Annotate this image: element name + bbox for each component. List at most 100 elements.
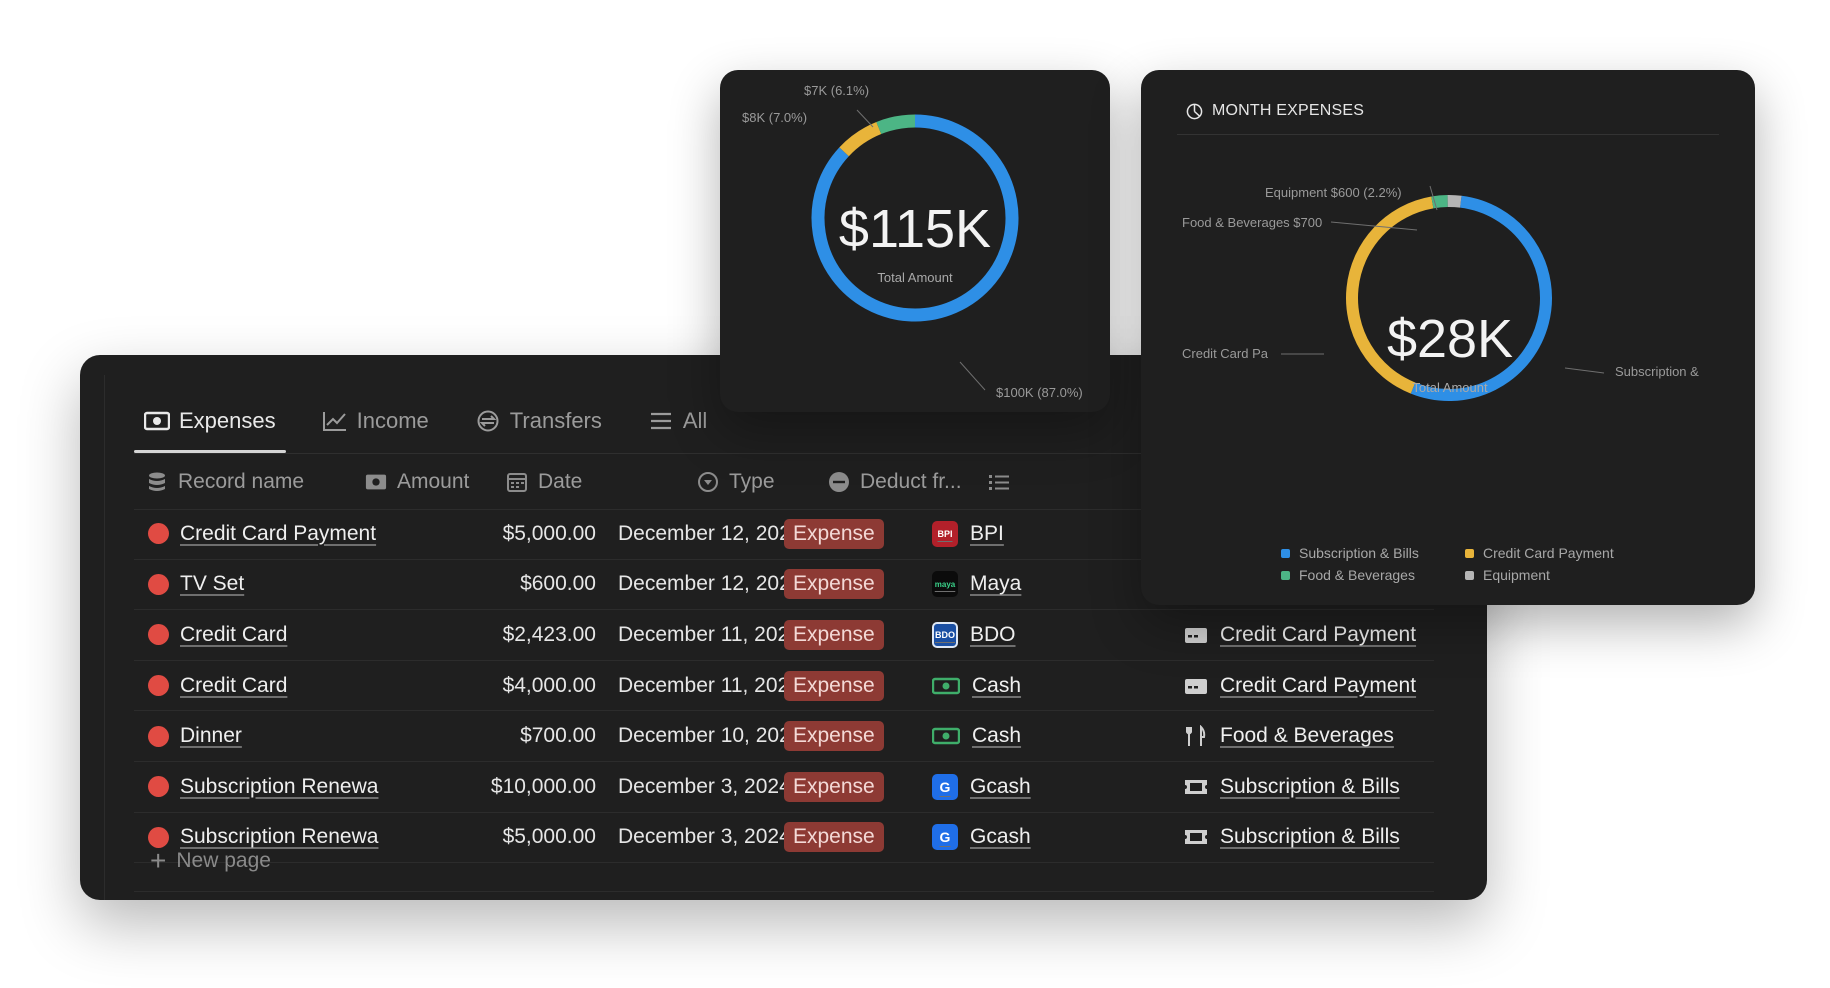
category-label: Credit Card Payment: [1220, 673, 1417, 697]
table-row[interactable]: Credit Card $2,423.00 December 11, 2024 …: [134, 610, 1487, 660]
cash-icon: [365, 474, 387, 490]
tab-income[interactable]: Income: [312, 391, 439, 451]
date: December 11, 2024: [618, 622, 801, 646]
column-type[interactable]: Type: [697, 455, 775, 509]
record-name[interactable]: Subscription Renewa: [180, 762, 390, 812]
type-cell: Expense: [784, 610, 884, 660]
amount: $4,000.00: [502, 673, 596, 697]
new-page-button[interactable]: + New page: [150, 847, 271, 875]
category-label: Subscription & Bills: [1220, 825, 1400, 849]
red-dot-icon: [148, 675, 169, 697]
column-record-name[interactable]: Record name: [146, 455, 304, 509]
red-dot-icon: [148, 573, 169, 595]
type-badge: Expense: [784, 771, 884, 802]
table-row[interactable]: Subscription Renewa $10,000.00 December …: [134, 762, 1487, 812]
type-badge: Expense: [784, 822, 884, 853]
legend-item: Food & Beverages: [1281, 567, 1415, 583]
month-center-label: Total Amount: [1412, 380, 1488, 395]
deduct-from[interactable]: BDO BDO: [932, 610, 1016, 660]
deduct-label: Maya: [970, 572, 1022, 596]
record-name[interactable]: Credit Card Payment: [180, 509, 390, 559]
category[interactable]: Credit Card Payment: [1184, 661, 1416, 711]
donut-slice-yellow[interactable]: [839, 121, 882, 157]
category[interactable]: Credit Card Payment: [1184, 610, 1416, 660]
legend-swatch: [1465, 548, 1474, 558]
utensils-icon: [1186, 725, 1206, 747]
category[interactable]: Subscription & Bills: [1184, 762, 1400, 812]
deduct-from[interactable]: G Gcash: [932, 762, 1031, 812]
legend-swatch: [1281, 548, 1290, 558]
tab-expenses-label: Expenses: [179, 408, 276, 433]
category[interactable]: Food & Beverages: [1184, 711, 1394, 761]
transfer-icon: [477, 410, 499, 432]
deduct-from[interactable]: G Gcash: [932, 813, 1031, 863]
deduct-from[interactable]: Cash: [932, 661, 1021, 711]
leader-line: [959, 361, 986, 391]
deduct-from[interactable]: maya Maya: [932, 560, 1021, 610]
type-cell: Expense: [784, 813, 884, 863]
status-dot-cell: [148, 711, 170, 761]
type-badge: Expense: [784, 569, 884, 600]
slice-label-blue: $100K (87.0%): [996, 385, 1083, 400]
column-date-label: Date: [538, 470, 583, 493]
deduct-label: Gcash: [970, 825, 1031, 849]
view-tabs: Expenses Income Transfers All: [134, 391, 717, 453]
bpi-logo-icon: BPI: [932, 520, 958, 547]
calendar-icon: [507, 473, 527, 492]
slice-label-green: $7K (6.1%): [804, 83, 870, 98]
donut-slice-equipment[interactable]: [1447, 195, 1462, 208]
slice-label-yellow: $8K (7.0%): [742, 110, 808, 125]
record-name[interactable]: TV Set: [180, 560, 390, 610]
side-divider: [104, 375, 105, 900]
select-icon: [698, 472, 718, 492]
total-amount-chart-card: $7K (6.1%) $8K (7.0%) $100K (87.0%) $115…: [720, 70, 1110, 412]
card-icon: [1185, 678, 1207, 694]
deduct-from[interactable]: BPI BPI: [932, 509, 1004, 559]
amount: $700.00: [520, 724, 596, 748]
date: December 3, 2024: [618, 774, 791, 798]
status-dot-cell: [148, 610, 170, 660]
list-icon: [650, 412, 671, 430]
legend-item: Subscription & Bills: [1281, 545, 1419, 561]
amount: $2,423.00: [502, 622, 596, 646]
type-badge: Expense: [784, 670, 884, 701]
ticket-icon: [1185, 830, 1207, 845]
column-amount[interactable]: Amount: [365, 455, 469, 509]
tab-transfers[interactable]: Transfers: [465, 391, 612, 451]
red-dot-icon: [148, 523, 169, 545]
legend-swatch: [1281, 570, 1290, 580]
category-label: Subscription & Bills: [1220, 774, 1400, 798]
tab-income-label: Income: [356, 408, 429, 433]
type-badge: Expense: [784, 518, 884, 549]
record-name[interactable]: Dinner: [180, 711, 390, 761]
amount: $10,000.00: [490, 774, 596, 798]
record-name[interactable]: Credit Card: [180, 661, 390, 711]
legend-item: Credit Card Payment: [1465, 545, 1614, 561]
column-category[interactable]: [988, 455, 1010, 509]
tab-all-label: All: [682, 408, 708, 433]
column-deduct[interactable]: Deduct fr...: [828, 455, 962, 509]
row-divider: [134, 891, 1434, 892]
deduct-from[interactable]: Cash: [932, 711, 1021, 761]
record-name[interactable]: Credit Card: [180, 610, 390, 660]
chart-line-icon: [322, 412, 346, 431]
table-row[interactable]: Subscription Renewa $5,000.00 December 3…: [134, 813, 1487, 863]
cash-icon: [144, 411, 170, 431]
category[interactable]: Subscription & Bills: [1184, 813, 1400, 863]
slice-label-subscription: Subscription &: [1615, 364, 1699, 379]
donut-slice-green[interactable]: [876, 114, 916, 135]
table-row[interactable]: Credit Card $4,000.00 December 11, 2024 …: [134, 661, 1487, 711]
slice-label-credit: Credit Card Pa: [1182, 346, 1268, 361]
type-cell: Expense: [784, 661, 884, 711]
column-date[interactable]: Date: [506, 455, 582, 509]
tab-all[interactable]: All: [638, 391, 717, 451]
gcash-logo-icon: G: [932, 773, 958, 800]
date: December 3, 2024: [618, 825, 791, 849]
month-center-value: $28K: [1386, 309, 1514, 369]
status-dot-cell: [148, 762, 170, 812]
tab-expenses[interactable]: Expenses: [134, 391, 286, 453]
deduct-label: BPI: [970, 521, 1004, 545]
category-label: Credit Card Payment: [1220, 622, 1417, 646]
card-icon: [1185, 627, 1207, 643]
table-row[interactable]: Dinner $700.00 December 10, 2024 Expense…: [134, 711, 1487, 761]
